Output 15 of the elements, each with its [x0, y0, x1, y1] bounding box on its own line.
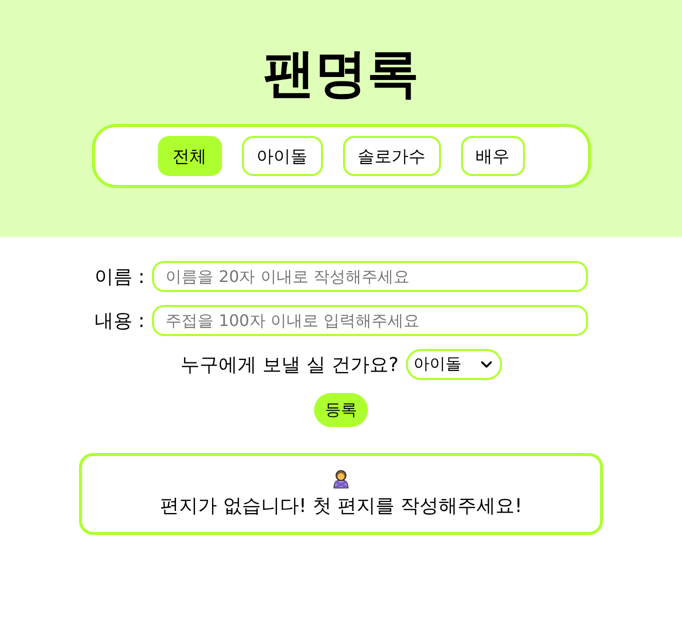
category-tab[interactable]: 전체	[158, 136, 222, 176]
page-title: 팬명록	[263, 43, 419, 106]
recipient-select[interactable]: 아이돌	[406, 349, 502, 380]
person-crossed-arms-icon	[331, 469, 351, 489]
field-label: 이름 :	[94, 264, 145, 290]
category-tab[interactable]: 배우	[460, 136, 524, 176]
empty-message: 편지가 없습니다! 첫 편지를 작성해주세요!	[160, 494, 522, 519]
category-tab[interactable]: 아이돌	[242, 136, 322, 176]
category-tab[interactable]: 솔로가수	[342, 136, 440, 176]
input-field[interactable]: 주접을 100자 이내로 입력해주세요	[152, 305, 588, 336]
field-label: 내용 :	[94, 308, 145, 334]
chevron-down-icon	[480, 361, 492, 368]
submit-button[interactable]: 등록	[314, 393, 368, 427]
recipient-label: 누구에게 보낼 실 건가요?	[180, 352, 399, 378]
input-field[interactable]: 이름을 20자 이내로 작성해주세요	[152, 261, 588, 292]
